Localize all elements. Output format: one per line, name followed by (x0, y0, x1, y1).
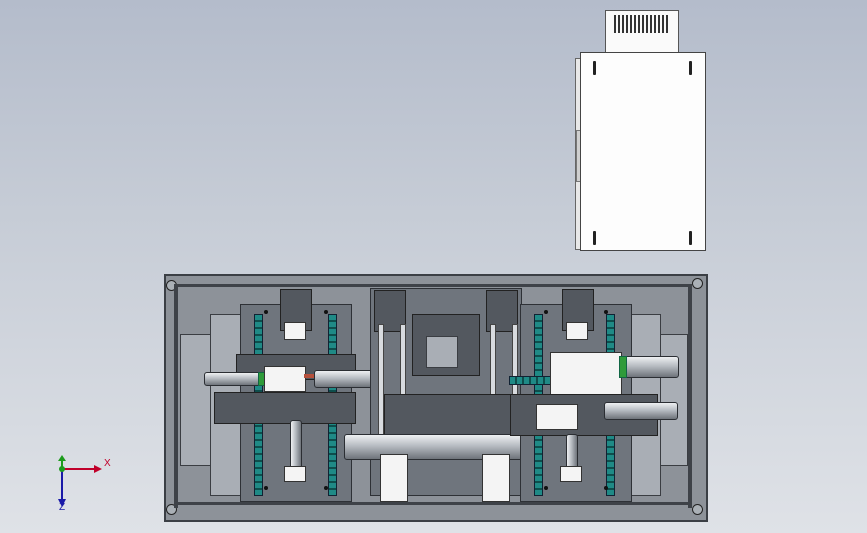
gripper-head (550, 352, 622, 396)
bolt-icon (324, 486, 328, 490)
shaft-support (284, 466, 306, 482)
hinge-icon (689, 231, 692, 245)
electrical-cabinet-model[interactable] (575, 10, 710, 255)
guide-shaft (566, 434, 578, 470)
cabinet-fan-housing (605, 10, 679, 54)
vent-grille-icon (614, 15, 670, 33)
bolt-icon (264, 310, 268, 314)
pillow-block-right (482, 454, 510, 502)
cabinet-door (580, 52, 706, 251)
cylinder-collar (619, 356, 627, 378)
hinge-icon (689, 61, 692, 75)
bearing-block (284, 322, 306, 340)
bolt-icon (264, 486, 268, 490)
hinge-icon (593, 231, 596, 245)
bolt-icon (604, 486, 608, 490)
bolt-icon (544, 486, 548, 490)
cad-graphics-viewport[interactable]: X Z (0, 0, 867, 533)
clamp-block (264, 366, 306, 392)
corner-bolt-icon (692, 504, 703, 515)
lower-carriage (214, 392, 356, 424)
servo-motor (604, 402, 678, 420)
hinge-icon (593, 61, 596, 75)
bolt-icon (604, 310, 608, 314)
linear-guide (509, 376, 551, 385)
frame-rail (174, 502, 692, 505)
air-cylinder (619, 356, 679, 378)
z-axis-label: Z (59, 502, 66, 513)
frame-rail (688, 284, 692, 508)
air-cylinder (204, 372, 266, 386)
frame-rail (174, 284, 178, 508)
bolt-icon (544, 310, 548, 314)
gripper-cylinder (314, 370, 376, 388)
frame-rail (174, 284, 692, 287)
bolt-icon (324, 310, 328, 314)
orientation-triad[interactable]: X Z (50, 455, 120, 515)
x-axis-label: X (104, 458, 111, 469)
guide-shaft (290, 420, 302, 472)
clamp-block (536, 404, 578, 430)
transfer-shaft (344, 434, 546, 460)
center-gearbox (426, 336, 458, 368)
corner-bolt-icon (692, 278, 703, 289)
side-guard-left (180, 334, 212, 466)
machine-assembly-model[interactable] (164, 274, 708, 522)
shaft-support (560, 466, 582, 482)
bearing-block (566, 322, 588, 340)
pillow-block-left (380, 454, 408, 502)
